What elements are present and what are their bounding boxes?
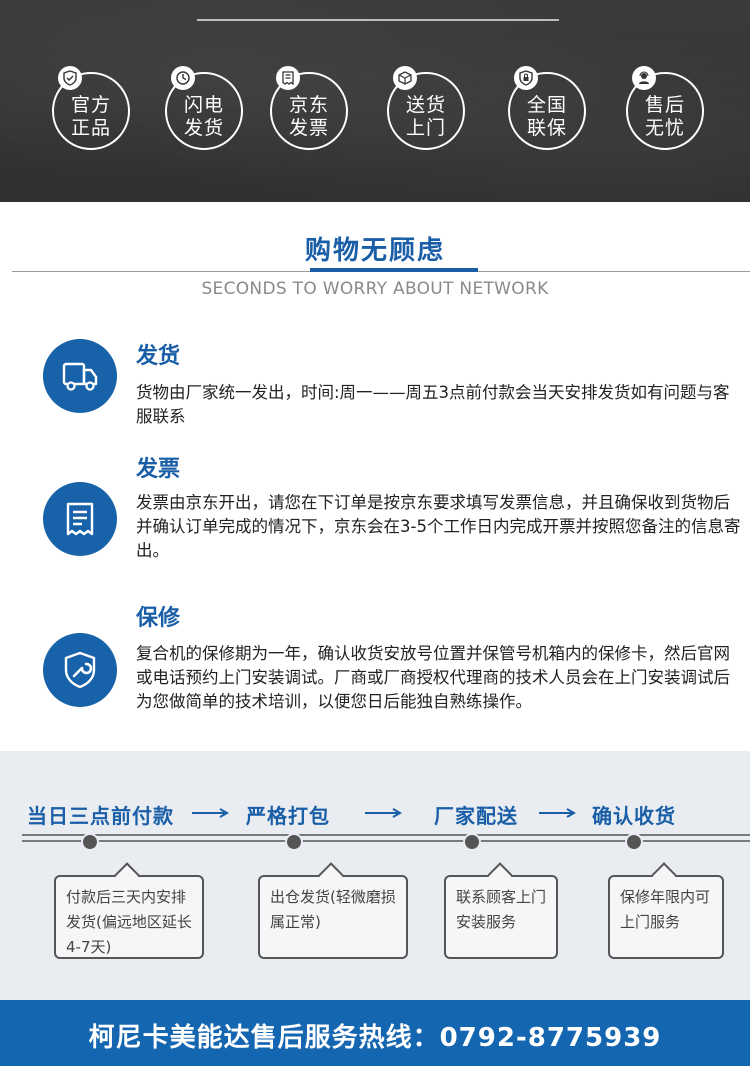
step-note-packing: 出仓发货(轻微磨损属正常): [258, 862, 408, 959]
badge-home-delivery: 送货 上门: [387, 66, 465, 150]
badge-label-line2: 联保: [526, 117, 567, 139]
step-note-text: 联系顾客上门安装服务: [456, 888, 547, 931]
step-note-text: 保修年限内可上门服务: [620, 888, 711, 931]
badge-label: 售后 无忧: [628, 94, 702, 140]
badge-fast-shipping: 闪电 发货: [165, 66, 243, 150]
receipt-icon: [276, 66, 300, 90]
invoice-icon: [43, 482, 117, 556]
badge-jd-invoice: 京东 发票: [270, 66, 348, 150]
service-body-shipping: 货物由厂家统一发出，时间:周一——周五3点前付款会当天安排发货如有问题与客服联系: [136, 383, 730, 426]
service-heading-warranty: 保修: [136, 606, 181, 631]
step-dot: [625, 833, 643, 851]
badge-label-line1: 售后: [644, 94, 685, 116]
step-note-confirm: 保修年限内可上门服务: [608, 862, 724, 959]
step-label-payment: 当日三点前付款: [27, 804, 174, 828]
badge-label: 全国 联保: [510, 94, 584, 140]
step-note-delivery: 联系顾客上门安装服务: [444, 862, 558, 959]
step-dot: [285, 833, 303, 851]
badge-label-line2: 上门: [405, 117, 446, 139]
badge-label-line1: 全国: [526, 94, 567, 116]
hotline-text: 柯尼卡美能达售后服务热线：0792-8775939: [88, 1023, 662, 1053]
note-pointer: [487, 862, 513, 888]
hotline-footer: 柯尼卡美能达售后服务热线：0792-8775939: [0, 1000, 750, 1066]
clock-lightning-icon: [171, 66, 195, 90]
badge-label-line2: 发货: [183, 117, 224, 139]
arrow-right-icon: [539, 808, 577, 818]
box-icon: [393, 66, 417, 90]
step-label-confirm: 确认收货: [592, 804, 676, 828]
step-label-packing: 严格打包: [246, 804, 330, 828]
badge-national-warranty: 全国 联保: [508, 66, 586, 150]
badge-label: 官方 正品: [54, 94, 128, 140]
arrow-right-icon: [192, 808, 230, 818]
step-note-payment: 付款后三天内安排发货(偏远地区延长4-7天): [54, 862, 204, 959]
step-note-text: 付款后三天内安排发货(偏远地区延长4-7天): [66, 888, 192, 956]
badge-label-line2: 无忧: [644, 117, 685, 139]
badge-label-line1: 闪电: [183, 94, 224, 116]
headset-person-icon: [632, 66, 656, 90]
truck-icon: [43, 339, 117, 413]
step-dot: [81, 833, 99, 851]
service-body-warranty: 复合机的保修期为一年，确认收货安放号位置并保管号机箱内的保修卡，然后官网或电话预…: [136, 644, 730, 711]
note-pointer: [318, 862, 344, 888]
process-panel: 当日三点前付款 严格打包 厂家配送 确认收货 付款后三天内安排发货(偏远地区延长…: [0, 751, 750, 1000]
service-body-invoice: 发票由京东开出，请您在下订单是按京东要求填写发票信息，并且确保收到货物后并确认订…: [136, 493, 741, 560]
badge-label-line1: 送货: [405, 94, 446, 116]
wrench-shield-icon: [43, 633, 117, 707]
step-note-text: 出仓发货(轻微磨损属正常): [270, 888, 396, 931]
service-heading-invoice: 发票: [136, 457, 181, 482]
badge-after-sales: 售后 无忧: [626, 66, 704, 150]
banner-divider: [197, 19, 559, 21]
shield-lock-icon: [514, 66, 538, 90]
badge-label: 闪电 发货: [167, 94, 241, 140]
step-label-delivery: 厂家配送: [434, 804, 518, 828]
title-accent-bar: [310, 268, 478, 272]
shield-check-icon: [58, 66, 82, 90]
section-subtitle: SECONDS TO WORRY ABOUT NETWORK: [201, 279, 549, 299]
badge-label-line2: 正品: [70, 117, 111, 139]
badge-official-genuine: 官方 正品: [52, 66, 130, 150]
note-pointer: [114, 862, 140, 888]
badge-label-line1: 京东: [288, 94, 329, 116]
arrow-right-icon: [365, 808, 403, 818]
badge-label-line2: 发票: [288, 117, 329, 139]
badge-label: 送货 上门: [389, 94, 463, 140]
service-heading-shipping: 发货: [136, 344, 181, 369]
section-title: 购物无顾虑: [304, 236, 445, 266]
note-pointer: [651, 862, 677, 888]
badge-label-line1: 官方: [70, 94, 111, 116]
step-dot: [463, 833, 481, 851]
badge-label: 京东 发票: [272, 94, 346, 140]
guarantee-banner: 官方 正品 闪电 发货 京东 发票 送货 上门 全国 联保 售后 无忧: [0, 0, 750, 202]
